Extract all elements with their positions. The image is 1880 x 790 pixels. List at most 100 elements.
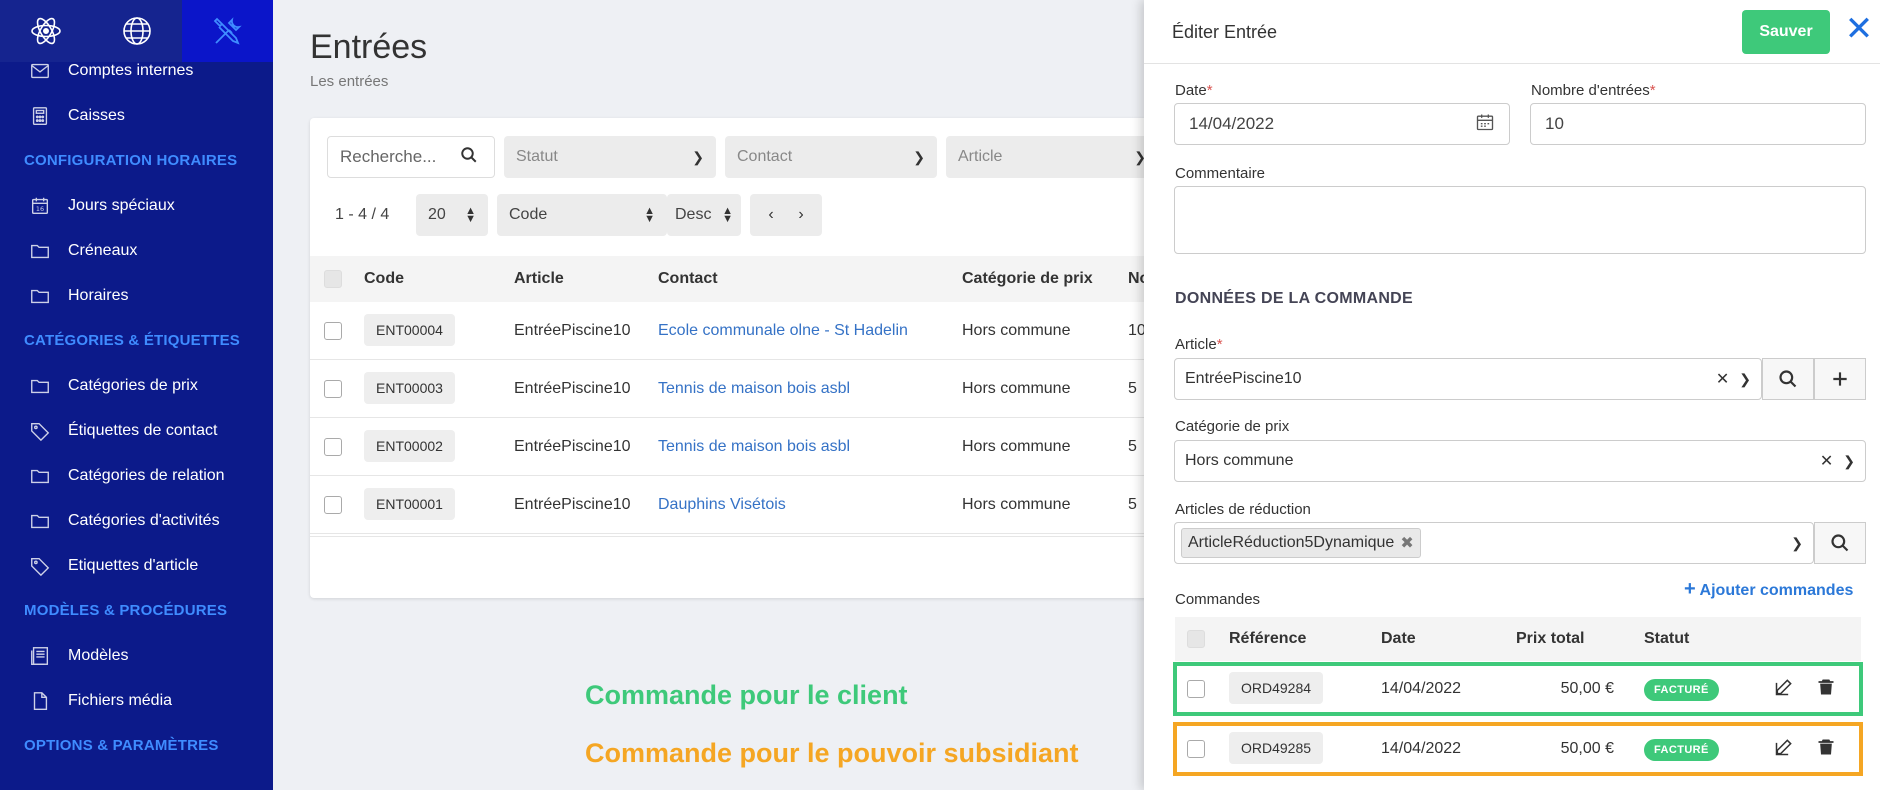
prix-category-select[interactable]: Hors commune ✕ ❯ [1174,440,1866,482]
select-all-orders-checkbox[interactable] [1187,630,1205,648]
trash-icon[interactable] [1816,677,1836,702]
col-code[interactable]: Code [364,270,514,288]
select-all-checkbox[interactable] [324,270,342,288]
contact-link[interactable]: Tennis de maison bois asbl [658,380,962,398]
clear-icon[interactable]: ✕ [1716,369,1729,389]
date-field[interactable]: 14/04/2022 [1174,103,1510,145]
per-page-select[interactable]: 20 ▲ ▼ [416,194,488,236]
article-select[interactable]: EntréePiscine10 ✕ ❯ [1174,358,1762,400]
reduction-select[interactable]: ArticleRéduction5Dynamique ✖ ❯ [1174,522,1814,564]
sidebar-item-label: Créneaux [68,241,138,259]
comment-textarea[interactable] [1174,186,1866,254]
chevron-down-icon: ❯ [913,148,925,165]
search-box[interactable] [327,136,495,178]
row-checkbox[interactable] [324,437,342,456]
order-ref-chip[interactable]: ORD49285 [1229,732,1324,764]
order-ref-chip[interactable]: ORD49284 [1229,672,1324,704]
order-checkbox[interactable] [1187,680,1205,698]
statut-filter-label: Statut [516,148,558,165]
sidebar-item-categories-de-prix[interactable]: Catégories de prix [0,363,273,408]
folder-icon [28,284,52,308]
search-input[interactable] [340,147,460,167]
clear-icon[interactable]: ✕ [1820,451,1833,471]
row-categorie: Hors commune [962,379,1071,397]
chevron-down-icon[interactable]: ❯ [1843,453,1855,470]
order-total: 50,00 € [1560,680,1614,697]
plus-icon: + [1684,578,1696,600]
chevron-down-icon[interactable]: ❯ [1739,371,1751,388]
sidebar-item-horaires[interactable]: Horaires [0,273,273,318]
col-contact[interactable]: Contact [658,270,962,288]
contact-link[interactable]: Ecole communale olne - St Hadelin [658,322,962,340]
sort-field-select[interactable]: Code ▲ ▼ [497,194,667,236]
edit-entry-panel: Éditer Entrée Sauver ✕ Date* 14/04/2022 … [1144,0,1880,790]
sidebar-item-jours-speciaux[interactable]: 16 Jours spéciaux [0,183,273,228]
save-button[interactable]: Sauver [1742,10,1830,54]
col-reference[interactable]: Référence [1229,630,1381,648]
col-prix-total[interactable]: Prix total [1516,630,1644,648]
code-chip[interactable]: ENT00002 [364,429,455,462]
sidebar-item-etiquettes-de-contact[interactable]: Étiquettes de contact [0,408,273,453]
order-date: 14/04/2022 [1381,740,1462,757]
sidebar-item-creneaux[interactable]: Créneaux [0,228,273,273]
annotation-client-order: Commande pour le client [585,680,908,710]
search-icon[interactable] [460,146,478,168]
calendar-icon[interactable] [1475,112,1495,137]
order-total: 50,00 € [1560,740,1614,757]
pager-row: 1 - 4 / 4 20 ▲ ▼ Code ▲ ▼ Desc ▲ ▼ ‹ › [327,194,822,236]
order-section-title: DONNÉES DE LA COMMANDE [1175,290,1414,307]
article-add-button[interactable] [1814,358,1866,400]
order-checkbox[interactable] [1187,740,1205,758]
table-row[interactable]: ENT00002 EntréePiscine10 Tennis de maiso… [310,418,1210,476]
sidebar-item-caisses[interactable]: Caisses [0,93,273,138]
article-search-button[interactable] [1762,358,1814,400]
col-categorie-prix[interactable]: Catégorie de prix [962,270,1128,288]
nb-entrees-field[interactable]: 10 [1530,103,1866,145]
sidebar-item-fichiers-media[interactable]: Fichiers média [0,678,273,723]
contact-link[interactable]: Tennis de maison bois asbl [658,438,962,456]
code-chip[interactable]: ENT00003 [364,371,455,404]
article-filter[interactable]: Article ❯ [946,136,1158,178]
tab-globe[interactable] [91,0,182,62]
statut-filter[interactable]: Statut ❯ [504,136,716,178]
remove-tag-icon[interactable]: ✖ [1400,533,1413,553]
table-row[interactable]: ENT00001 EntréePiscine10 Dauphins Viséto… [310,476,1210,534]
date-label-text: Date [1175,82,1207,99]
chevron-down-icon[interactable]: ❯ [1791,535,1803,552]
tab-tools[interactable] [182,0,273,62]
sidebar-item-modeles[interactable]: Modèles [0,633,273,678]
atom-icon [30,17,61,45]
row-checkbox[interactable] [324,321,342,340]
row-checkbox[interactable] [324,379,342,398]
code-chip[interactable]: ENT00001 [364,487,455,520]
col-statut[interactable]: Statut [1644,630,1689,648]
edit-icon[interactable] [1774,737,1816,762]
per-page-value: 20 [428,206,446,223]
row-checkbox[interactable] [324,495,342,514]
code-chip[interactable]: ENT00004 [364,313,455,346]
tab-atom[interactable] [0,0,91,62]
order-row[interactable]: ORD49285 14/04/2022 50,00 € FACTURÉ [1173,722,1863,776]
sidebar-item-categories-de-relation[interactable]: Catégories de relation [0,453,273,498]
chevron-left-icon[interactable]: ‹ [768,206,773,224]
search-icon [1831,534,1849,552]
sort-direction-select[interactable]: Desc ▲ ▼ [667,194,741,236]
sidebar-item-categories-activites[interactable]: Catégories d'activités [0,498,273,543]
col-date[interactable]: Date [1381,630,1516,648]
close-icon[interactable]: ✕ [1844,12,1874,46]
chevron-right-icon[interactable]: › [798,206,803,224]
contact-filter[interactable]: Contact ❯ [725,136,937,178]
trash-icon[interactable] [1816,737,1836,762]
contact-link[interactable]: Dauphins Visétois [658,496,962,514]
status-badge: FACTURÉ [1644,679,1719,701]
table-row[interactable]: ENT00003 EntréePiscine10 Tennis de maiso… [310,360,1210,418]
sidebar-item-etiquettes-article[interactable]: Etiquettes d'article [0,543,273,588]
add-commandes-link[interactable]: + Ajouter commandes [1684,578,1853,601]
edit-icon[interactable] [1774,677,1816,702]
reduction-search-button[interactable] [1814,522,1866,564]
article-label-text: Article [1175,336,1217,353]
col-article[interactable]: Article [514,270,658,288]
order-row[interactable]: ORD49284 14/04/2022 50,00 € FACTURÉ [1173,662,1863,716]
table-row[interactable]: ENT00004 EntréePiscine10 Ecole communale… [310,302,1210,360]
sidebar-item-label: Fichiers média [68,691,173,709]
